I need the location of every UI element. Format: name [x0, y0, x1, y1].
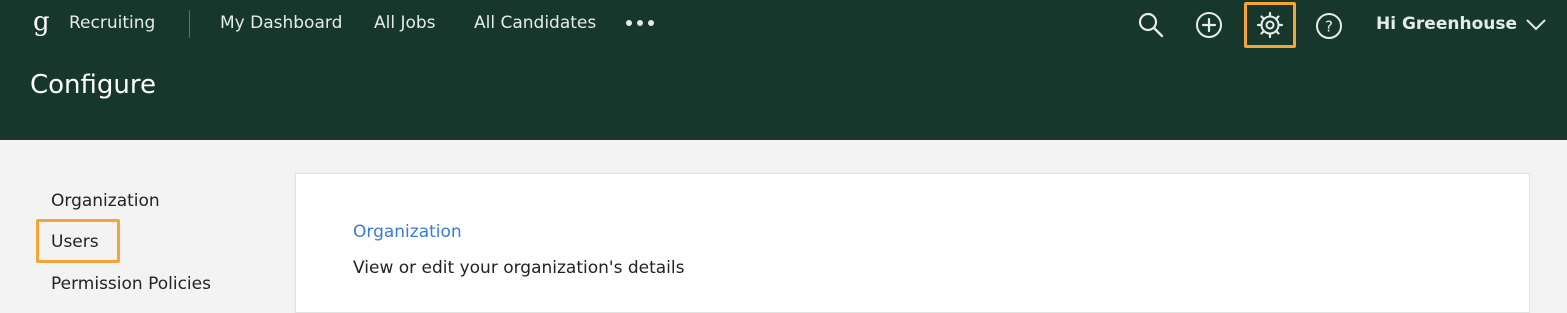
- sidebar-item-users[interactable]: Users: [51, 232, 99, 252]
- help-icon[interactable]: ?: [1313, 10, 1345, 42]
- content-panel: Organization View or edit your organizat…: [295, 173, 1530, 313]
- nav-my-dashboard[interactable]: My Dashboard: [220, 13, 342, 33]
- gear-icon[interactable]: [1254, 9, 1286, 41]
- nav-all-candidates[interactable]: All Candidates: [474, 13, 596, 33]
- top-nav-bar: g Recruiting My Dashboard All Jobs All C…: [0, 0, 1567, 50]
- sidebar-item-permission-policies[interactable]: Permission Policies: [51, 274, 211, 294]
- user-menu[interactable]: Hi Greenhouse: [1376, 14, 1547, 34]
- user-greeting: Hi Greenhouse: [1376, 14, 1518, 34]
- organization-link[interactable]: Organization: [353, 222, 462, 242]
- greenhouse-logo-icon[interactable]: g: [33, 7, 50, 37]
- more-horizontal-icon[interactable]: [624, 13, 658, 33]
- nav-all-jobs[interactable]: All Jobs: [374, 13, 436, 33]
- svg-text:?: ?: [1325, 18, 1333, 36]
- page-title: Configure: [30, 70, 157, 100]
- organization-description: View or edit your organization's details: [353, 258, 685, 278]
- chevron-down-icon: [1526, 19, 1546, 31]
- search-icon[interactable]: [1135, 9, 1167, 41]
- app-header: g Recruiting My Dashboard All Jobs All C…: [0, 0, 1567, 140]
- sidebar-item-organization[interactable]: Organization: [51, 191, 160, 211]
- nav-divider: [189, 10, 190, 38]
- plus-circle-icon[interactable]: [1193, 9, 1225, 41]
- product-name[interactable]: Recruiting: [69, 13, 155, 33]
